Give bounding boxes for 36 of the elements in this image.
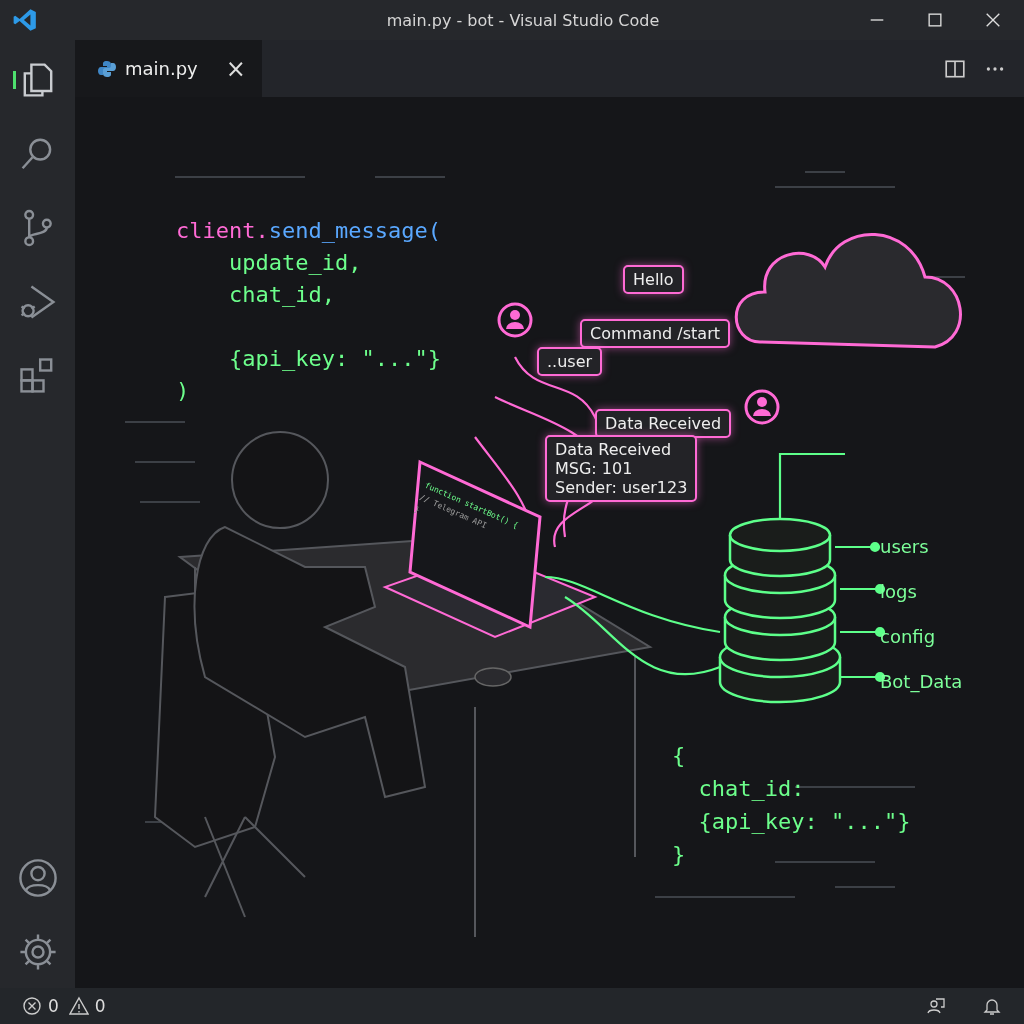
tab-close-button[interactable]: ×: [225, 54, 246, 83]
code-text: {api_key: "..."}: [227, 346, 441, 371]
chat-bubble: Data Received MSG: 101 Sender: user123: [545, 435, 698, 502]
code-text: {: [672, 742, 687, 770]
table-label: users: [880, 535, 930, 558]
error-icon[interactable]: [22, 996, 42, 1016]
user-avatar-icon: [744, 389, 780, 425]
chat-bubble: Data Received: [595, 409, 732, 438]
split-editor-icon[interactable]: [944, 57, 966, 80]
feedback-icon[interactable]: [926, 996, 946, 1016]
code-text: client.: [176, 218, 269, 243]
code-text: update_id,: [227, 250, 362, 275]
table-label: Bot_Data: [880, 670, 963, 693]
window-title: main.py - bot - Visual Studio Code: [385, 10, 661, 30]
user-avatar-icon: [497, 302, 533, 338]
code-text: }: [672, 841, 687, 869]
code-text: chat_id:: [697, 775, 806, 803]
code-text: chat_id,: [227, 282, 335, 307]
code-text: ): [176, 378, 190, 403]
code-text: send_message(: [268, 218, 441, 243]
laptop-code-text: }: [412, 503, 422, 517]
code-text: {api_key: "..."}: [697, 808, 911, 836]
table-label: logs: [880, 580, 918, 603]
warning-count[interactable]: 0: [94, 996, 106, 1016]
table-label: config: [880, 625, 937, 648]
error-count[interactable]: 0: [48, 996, 59, 1016]
chat-bubble: Hello: [623, 265, 684, 294]
python-file-icon: [97, 58, 117, 79]
maximize-icon[interactable]: [926, 11, 944, 29]
warning-icon[interactable]: [68, 996, 89, 1016]
close-icon[interactable]: [984, 11, 1002, 29]
chat-bubble: ..user: [537, 347, 603, 376]
editor-tab[interactable]: main.py ×: [75, 40, 262, 97]
notification-bell-icon[interactable]: [982, 996, 1002, 1016]
code-logo-icon: [12, 7, 38, 33]
chat-bubble: Command /start: [580, 319, 730, 348]
